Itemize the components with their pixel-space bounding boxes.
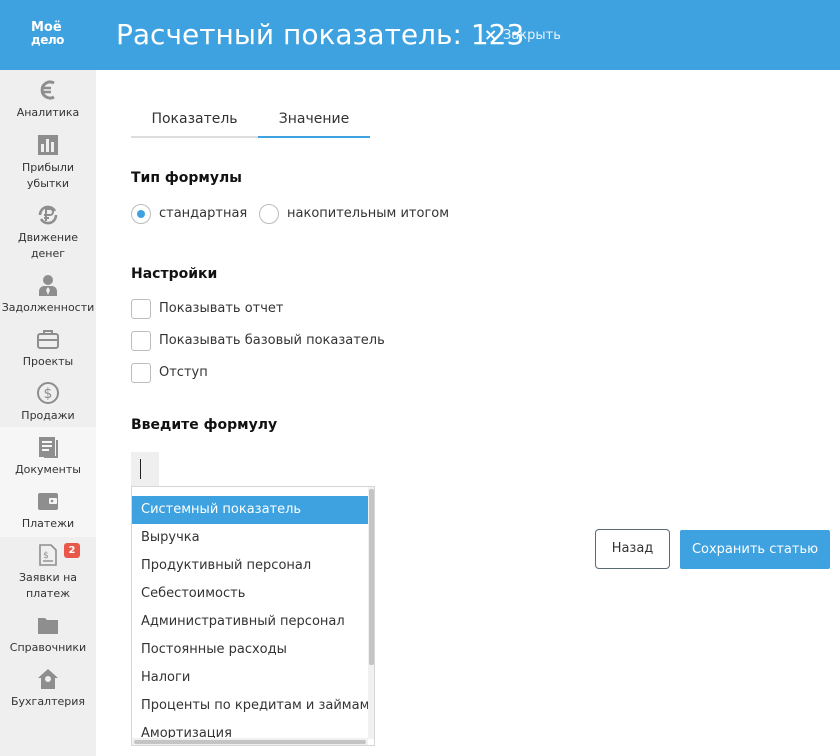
radio-cumulative[interactable] [259, 204, 279, 224]
sidebar-item-analytics[interactable]: Аналитика [0, 78, 96, 121]
notification-badge: 2 [64, 543, 80, 558]
close-icon[interactable]: × [484, 26, 497, 44]
sidebar-item-label: Движение денег [17, 231, 78, 260]
euro-icon [40, 80, 55, 100]
page-title: Расчетный показатель: 123 [116, 18, 525, 51]
sidebar-item-label: Справочники [9, 641, 87, 654]
dropdown-option[interactable]: Системный показатель [132, 496, 368, 524]
sidebar-item-sales[interactable]: $ Продажи [0, 381, 96, 424]
show-report-checkbox[interactable] [131, 299, 151, 319]
sidebar-item-projects[interactable]: Проекты [0, 327, 96, 370]
svg-text:$: $ [43, 551, 49, 561]
house-icon [38, 669, 58, 689]
sidebar-item-profit-loss[interactable]: Прибыли убытки [0, 133, 96, 192]
sidebar-item-label: Проекты [22, 355, 74, 368]
show-base-indicator-checkbox[interactable] [131, 331, 151, 351]
save-button[interactable]: Сохранить статью [680, 530, 830, 569]
dropdown-option[interactable]: Административный персонал [132, 608, 368, 636]
briefcase-icon [37, 330, 59, 349]
wallet-icon [38, 493, 58, 510]
sidebar-item-label: Платежи [21, 517, 75, 530]
indent-label[interactable]: Отступ [159, 364, 208, 382]
sidebar-item-directories[interactable]: Справочники [0, 613, 96, 656]
formula-input[interactable] [131, 452, 159, 486]
dropdown-option[interactable]: Проценты по кредитам и займам [132, 692, 369, 720]
bar-chart-icon [38, 135, 58, 155]
documents-icon [39, 437, 58, 458]
sidebar-item-label: Заявки на платеж [18, 571, 78, 600]
sidebar-item-label: Бухгалтерия [10, 695, 86, 708]
dropdown-option[interactable]: Себестоимость [132, 580, 368, 608]
radio-standard[interactable] [131, 204, 151, 224]
sidebar-item-label: Документы [15, 463, 81, 476]
person-tie-icon [39, 275, 57, 296]
sidebar-item-payments[interactable]: Платежи [0, 489, 96, 532]
settings-heading: Настройки [131, 266, 218, 282]
formula-suggestions-dropdown[interactable]: Системный показатель Выручка Продуктивны… [131, 486, 375, 746]
top-header: Моё дело Расчетный показатель: 123 × Зак… [0, 0, 840, 70]
show-base-indicator-label[interactable]: Показывать базовый показатель [159, 332, 385, 350]
ruble-cycle-icon [38, 205, 58, 225]
sidebar: Аналитика Прибыли убытки Движение денег … [0, 70, 96, 756]
back-button[interactable]: Назад [595, 529, 670, 569]
sidebar-item-label: Прибыли убытки [21, 161, 75, 190]
sidebar-item-accounting[interactable]: Бухгалтерия [0, 667, 96, 710]
folder-icon [38, 618, 58, 634]
svg-text:$: $ [44, 386, 53, 402]
radio-standard-label[interactable]: стандартная [159, 205, 247, 223]
logo[interactable]: Моё дело [31, 21, 64, 47]
vertical-scroll-thumb[interactable] [369, 489, 374, 665]
formula-type-heading: Тип формулы [131, 170, 242, 186]
sidebar-item-label: Задолженности [1, 301, 95, 314]
close-link[interactable]: Закрыть [503, 28, 561, 44]
tab-indicator[interactable]: Показатель [131, 104, 258, 138]
indent-checkbox[interactable] [131, 363, 151, 383]
vertical-scrollbar[interactable] [368, 487, 374, 739]
dropdown-option[interactable]: Выручка [132, 524, 368, 552]
sidebar-item-cash-flow[interactable]: Движение денег [0, 203, 96, 262]
payment-request-icon: $ [39, 544, 57, 566]
tab-bar: Показатель Значение [131, 104, 371, 138]
sidebar-item-label: Аналитика [16, 106, 80, 119]
formula-heading: Введите формулу [131, 417, 278, 433]
sidebar-item-documents[interactable]: Документы [0, 435, 96, 478]
radio-cumulative-label[interactable]: накопительным итогом [287, 205, 449, 223]
dropdown-option[interactable]: Постоянные расходы [132, 636, 368, 664]
sidebar-item-payment-requests[interactable]: $ 2 Заявки на платеж [0, 543, 96, 602]
sidebar-item-debts[interactable]: Задолженности [0, 273, 96, 316]
dollar-coin-icon: $ [37, 382, 59, 404]
dropdown-option[interactable]: Продуктивный персонал [132, 552, 368, 580]
show-report-label[interactable]: Показывать отчет [159, 300, 284, 318]
logo-line-2: дело [31, 33, 64, 47]
tab-value[interactable]: Значение [258, 104, 370, 138]
dropdown-option[interactable]: Налоги [132, 664, 368, 692]
horizontal-scroll-thumb[interactable] [134, 740, 366, 744]
sidebar-item-label: Продажи [21, 409, 75, 422]
horizontal-scrollbar[interactable] [132, 738, 368, 745]
